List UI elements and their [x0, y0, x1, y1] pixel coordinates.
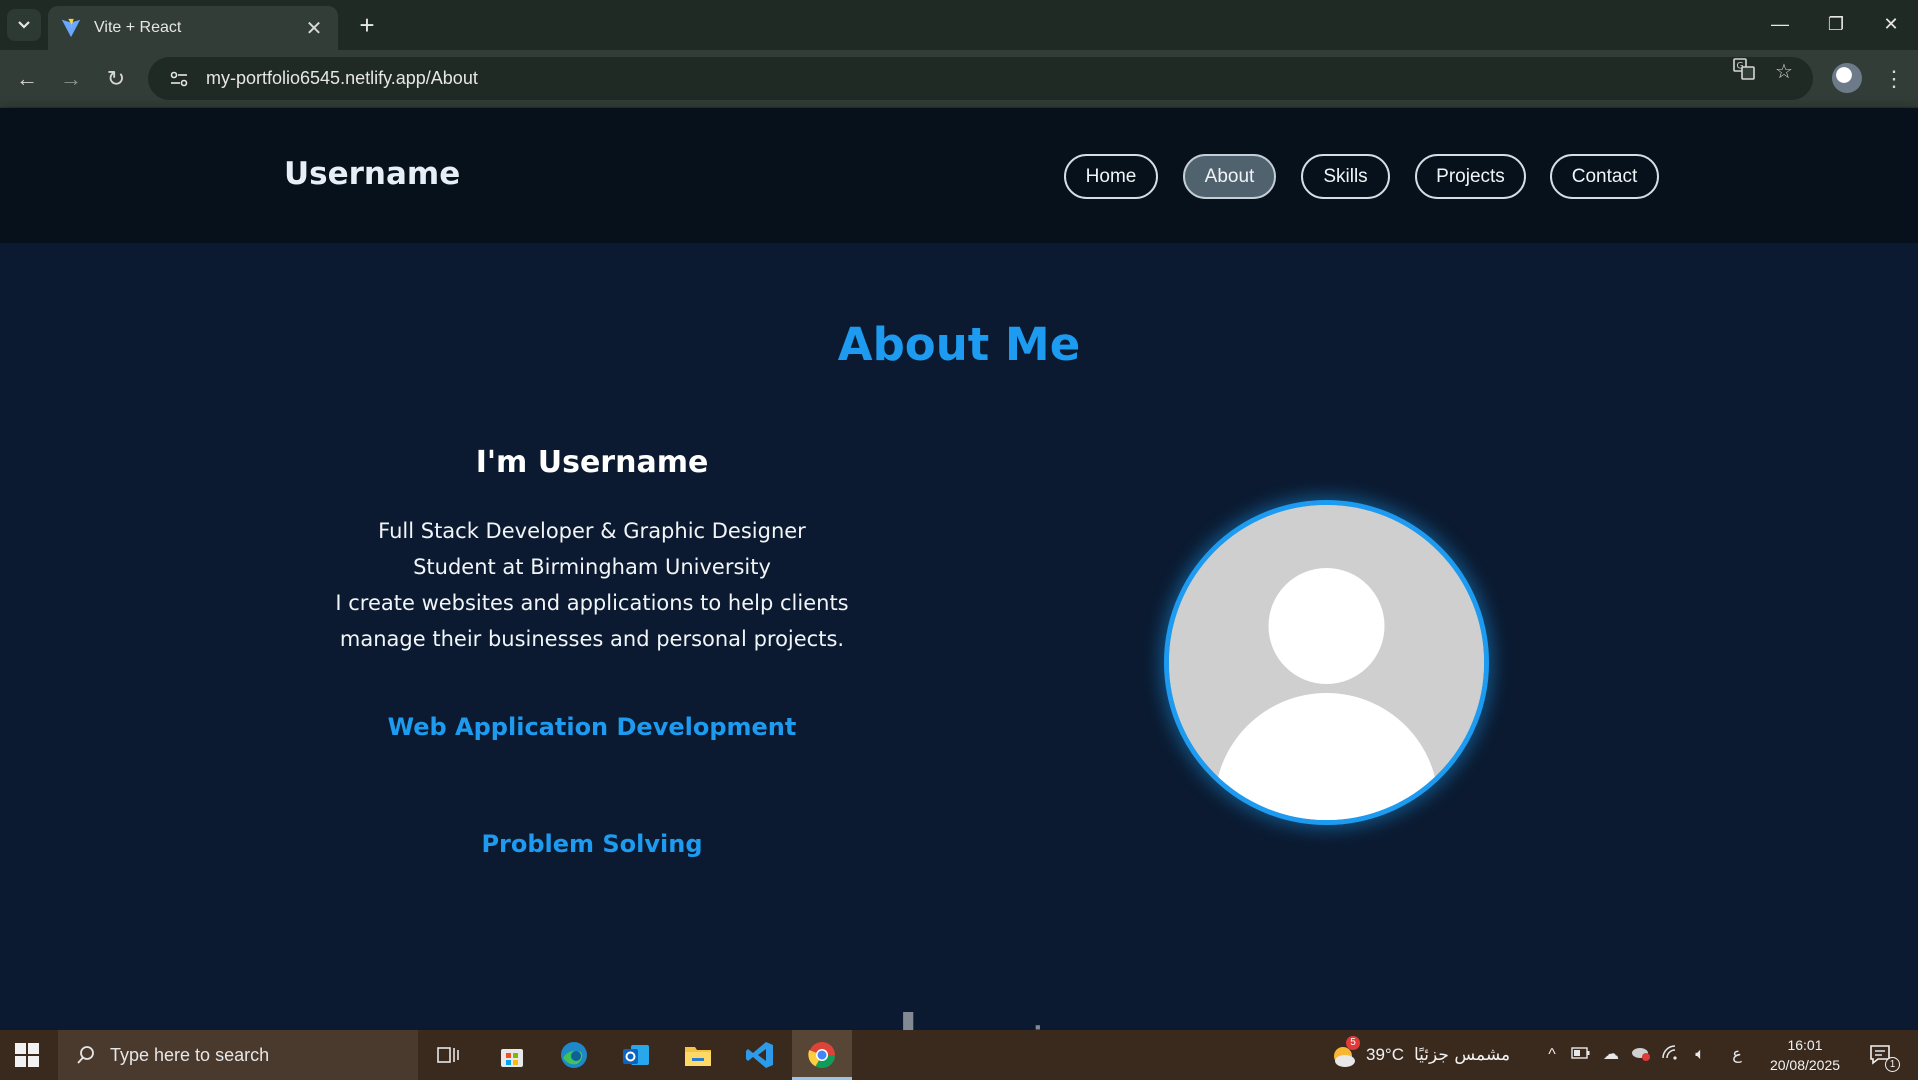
tab-title: Vite + React [94, 19, 182, 36]
nav-contact-button[interactable]: Contact [1550, 154, 1659, 199]
skill-web-app-development: Web Application Development [387, 713, 797, 741]
about-section: About Me I'm Username Full Stack Develop… [0, 243, 1918, 1030]
weather-widget[interactable]: 5 39°C مشمس جزئيًا [1328, 1036, 1511, 1070]
clock-time: 16:01 [1787, 1037, 1823, 1053]
translate-icon[interactable]: G [1730, 58, 1758, 86]
notification-count: 1 [1885, 1057, 1900, 1072]
site-header: Username Home About Skills Projects Cont… [0, 108, 1918, 243]
weather-sun-icon: 5 [1328, 1036, 1360, 1070]
taskbar-search[interactable]: Type here to search [58, 1030, 418, 1080]
svg-text:G: G [1737, 62, 1744, 72]
bookmark-star-icon[interactable]: ☆ [1770, 58, 1798, 86]
weather-badge: 5 [1346, 1036, 1360, 1050]
weather-description: مشمس جزئيًا [1413, 1045, 1511, 1065]
nav-home-button[interactable]: Home [1064, 154, 1158, 199]
weather-temperature: 39°C [1366, 1045, 1404, 1064]
skill-problem-solving: Problem Solving [481, 830, 703, 858]
task-view-icon[interactable] [430, 1038, 466, 1072]
address-bar[interactable]: my-portfolio6545.netlify.app/About [148, 57, 1813, 100]
close-tab-icon[interactable]: ✕ [302, 16, 326, 41]
notification-center-icon[interactable]: 1 [1868, 1042, 1900, 1072]
bio-line: Student at Birmingham University [413, 555, 771, 579]
battery-icon[interactable] [1570, 1044, 1592, 1066]
profile-picture [1164, 500, 1489, 825]
bio-line: I create websites and applications to he… [335, 591, 849, 615]
search-placeholder: Type here to search [110, 1044, 270, 1065]
minimize-button[interactable]: — [1760, 8, 1800, 40]
bio-text: Full Stack Developer & Graphic Designer … [292, 513, 892, 657]
cloud-offline-icon[interactable]: ☁ [1600, 1044, 1622, 1066]
profile-avatar[interactable] [1832, 63, 1862, 93]
taskbar: Type here to search 5 39°C مشمس جزئيًا ^… [0, 1030, 1918, 1080]
nav-skills-button[interactable]: Skills [1301, 154, 1390, 199]
browser-tab[interactable]: Vite + React ✕ [48, 6, 338, 50]
input-language-indicator[interactable]: ع [1726, 1044, 1748, 1066]
reload-icon[interactable]: ↻ [100, 63, 132, 95]
bio-line: Full Stack Developer & Graphic Designer [378, 519, 806, 543]
microsoft-store-icon[interactable] [494, 1038, 530, 1072]
url-text: my-portfolio6545.netlify.app/About [206, 68, 478, 88]
browser-tabbar: Vite + React ✕ + — ❐ ✕ [0, 0, 1918, 50]
chevron-down-icon [18, 21, 30, 29]
new-tab-button[interactable]: + [352, 10, 382, 40]
site-info-icon[interactable] [166, 66, 192, 92]
chrome-icon[interactable] [804, 1038, 840, 1072]
system-clock[interactable]: 16:01 20/08/2025 [1760, 1035, 1850, 1075]
tab-search-button[interactable] [7, 9, 41, 41]
vite-logo-icon [61, 18, 81, 38]
outlook-icon[interactable] [618, 1038, 654, 1072]
browser-toolbar: ← → ↻ my-portfolio6545.netlify.app/About… [0, 50, 1918, 108]
nav-about-button[interactable]: About [1183, 154, 1276, 199]
file-explorer-icon[interactable] [680, 1038, 716, 1072]
clock-date: 20/08/2025 [1769, 1057, 1841, 1073]
close-window-button[interactable]: ✕ [1871, 8, 1911, 40]
cloud-error-icon[interactable] [1630, 1044, 1652, 1066]
forward-arrow-icon[interactable]: → [55, 63, 87, 95]
bio-line: manage their businesses and personal pro… [339, 627, 845, 651]
about-title: About Me [837, 318, 1081, 371]
edge-browser-icon[interactable] [556, 1038, 592, 1072]
restore-button[interactable]: ❐ [1816, 8, 1856, 40]
back-arrow-icon[interactable]: ← [11, 63, 43, 95]
vscode-icon[interactable] [742, 1038, 778, 1072]
more-menu-icon[interactable]: ⋮ [1882, 63, 1906, 95]
nav-projects-button[interactable]: Projects [1415, 154, 1526, 199]
volume-icon[interactable]: 🔈︎ [1689, 1044, 1711, 1066]
user-placeholder-icon [1169, 505, 1484, 820]
intro-heading: I'm Username [475, 445, 709, 480]
chevron-up-icon[interactable]: ^ [1541, 1044, 1563, 1066]
search-icon [77, 1046, 94, 1064]
wifi-icon[interactable] [1660, 1044, 1682, 1066]
site-brand[interactable]: Username [284, 156, 460, 192]
windows-start-icon[interactable] [14, 1042, 40, 1068]
